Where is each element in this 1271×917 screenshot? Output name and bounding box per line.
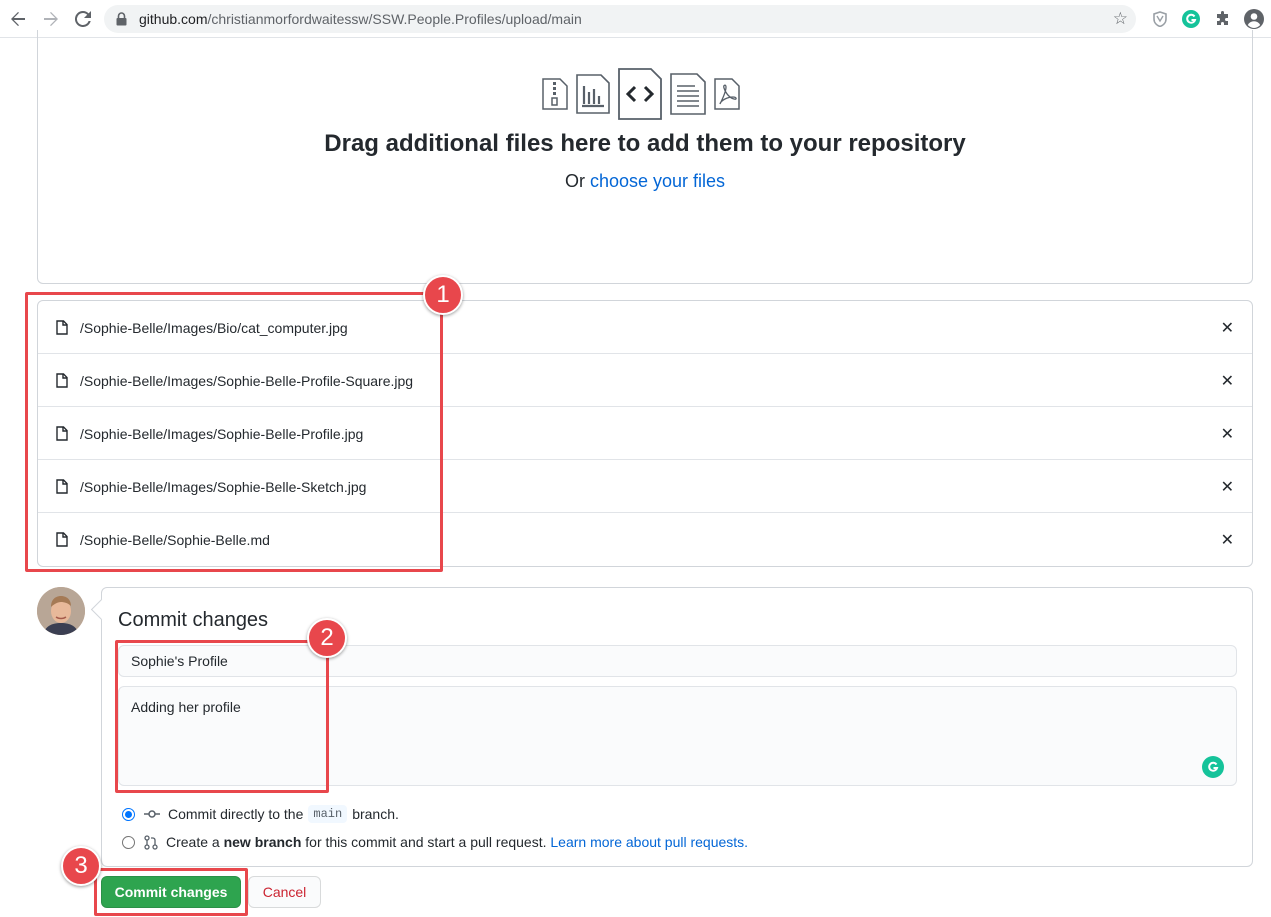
remove-file-icon[interactable]: ✕	[1221, 318, 1234, 338]
commit-direct-option[interactable]: Commit directly to the main branch.	[122, 805, 399, 823]
shield-extension-icon[interactable]	[1150, 9, 1170, 29]
drop-zone-title: Drag additional files here to add them t…	[324, 130, 966, 157]
address-bar[interactable]: github.com/christianmorfordwaitessw/SSW.…	[104, 5, 1136, 33]
drop-zone-subtitle: Or choose your files	[38, 171, 1252, 192]
git-commit-icon	[144, 809, 160, 819]
commit-direct-label: Commit directly to the	[168, 806, 304, 822]
profile-account-icon[interactable]	[1244, 9, 1264, 29]
reload-icon[interactable]	[71, 7, 95, 31]
annotation-highlight-files	[25, 292, 443, 572]
remove-file-icon[interactable]: ✕	[1221, 477, 1234, 497]
annotation-badge-3: 3	[61, 846, 101, 886]
code-file-icon	[618, 68, 662, 125]
cancel-button[interactable]: Cancel	[248, 876, 321, 908]
zip-file-icon	[542, 78, 568, 115]
new-branch-label-bold: new branch	[223, 834, 302, 850]
grammarly-extension-icon[interactable]	[1181, 9, 1201, 29]
or-text: Or	[564, 171, 590, 191]
remove-file-icon[interactable]: ✕	[1221, 424, 1234, 444]
new-branch-radio[interactable]	[122, 835, 135, 849]
annotation-badge-1: 1	[423, 275, 463, 315]
back-icon[interactable]	[6, 7, 30, 31]
annotation-badge-2: 2	[307, 618, 347, 658]
new-branch-label-prefix: Create a	[166, 834, 220, 850]
commit-direct-suffix: branch.	[352, 806, 399, 822]
remove-file-icon[interactable]: ✕	[1221, 371, 1234, 391]
commit-title: Commit changes	[118, 609, 269, 631]
chart-file-icon	[576, 74, 610, 119]
annotation-highlight-message	[115, 640, 329, 793]
choose-files-link[interactable]: choose your files	[590, 171, 725, 191]
commit-direct-radio[interactable]	[122, 807, 135, 821]
avatar	[37, 587, 85, 635]
url-text: github.com/christianmorfordwaitessw/SSW.…	[139, 11, 582, 27]
learn-more-link[interactable]: Learn more about pull requests.	[550, 834, 748, 850]
pdf-file-icon	[714, 78, 740, 115]
branch-name: main	[308, 805, 348, 823]
text-file-icon	[670, 73, 706, 120]
grammarly-icon[interactable]	[1202, 756, 1224, 778]
file-drop-zone[interactable]: Drag additional files here to add them t…	[37, 30, 1253, 284]
new-branch-option[interactable]: Create a new branch for this commit and …	[122, 834, 748, 850]
pull-request-icon	[144, 834, 158, 850]
file-type-icons	[542, 68, 740, 125]
remove-file-icon[interactable]: ✕	[1221, 530, 1234, 550]
forward-icon[interactable]	[39, 7, 63, 31]
bookmark-star-icon[interactable]: ☆	[1113, 9, 1128, 29]
annotation-highlight-commit	[94, 868, 248, 916]
extensions-puzzle-icon[interactable]	[1213, 9, 1233, 29]
new-branch-label-suffix: for this commit and start a pull request…	[305, 834, 547, 850]
lock-icon	[116, 12, 127, 31]
